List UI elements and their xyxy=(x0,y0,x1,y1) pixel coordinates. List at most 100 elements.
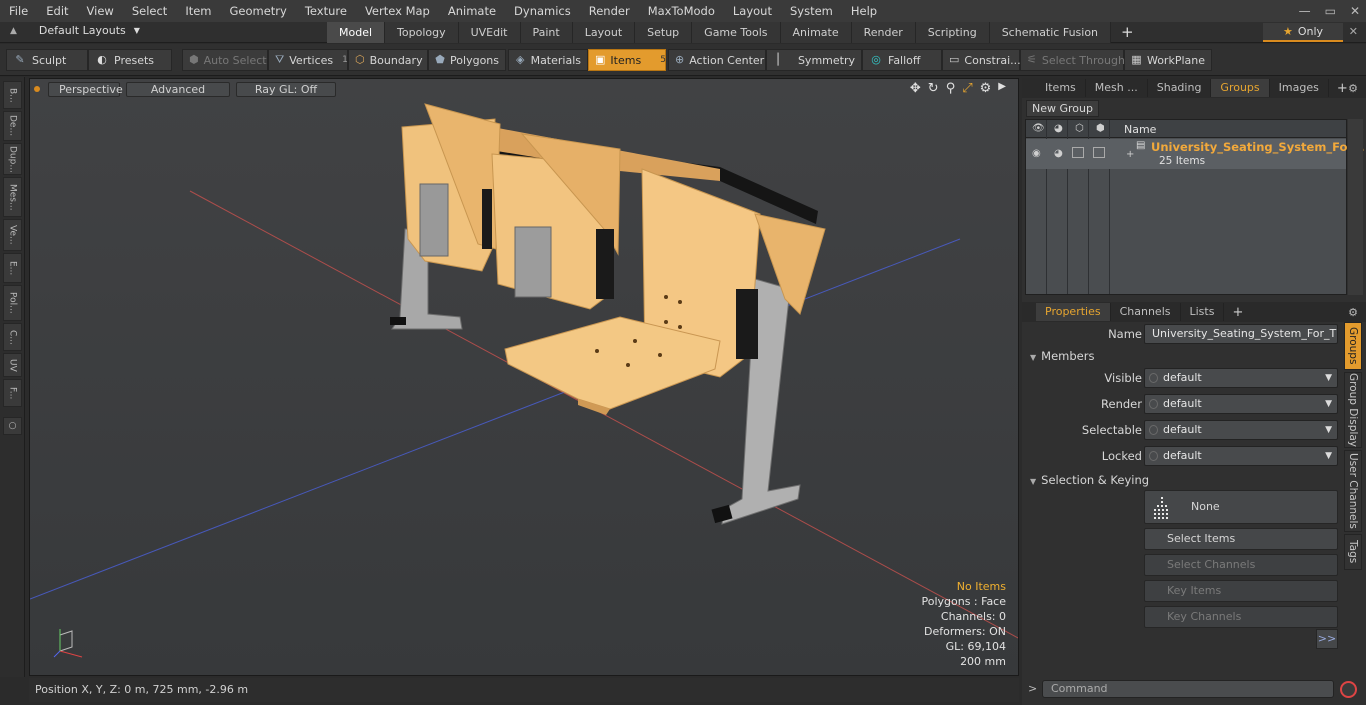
key-channels-button[interactable]: Key Channels xyxy=(1144,606,1338,628)
viewport-more-icon[interactable]: ▶ xyxy=(998,81,1006,96)
expand-icon[interactable]: + xyxy=(1126,149,1134,160)
select-header-icon[interactable]: ⬢ xyxy=(1096,123,1105,134)
visible-select[interactable]: default ▼ xyxy=(1144,368,1338,388)
rotate-icon[interactable]: ↻ xyxy=(928,81,939,96)
constraints-button[interactable]: ▭ Constrai... xyxy=(942,49,1021,71)
menu-layout[interactable]: Layout xyxy=(724,0,781,22)
tab-render[interactable]: Render xyxy=(851,22,916,43)
members-section[interactable]: ▼ Members xyxy=(1030,349,1094,363)
items-button[interactable]: ▣ Items 5 xyxy=(588,49,666,71)
tab-mesh[interactable]: Mesh ... xyxy=(1086,79,1148,97)
side-tab-user-channels[interactable]: User Channels xyxy=(1344,450,1362,532)
render-select[interactable]: default ▼ xyxy=(1144,394,1338,414)
tab-model[interactable]: Model xyxy=(327,22,386,43)
selection-keying-section[interactable]: ▼ Selection & Keying xyxy=(1030,473,1149,487)
properties-gear-icon[interactable]: ⚙ xyxy=(1348,306,1358,319)
menu-item[interactable]: Item xyxy=(176,0,220,22)
strip-tab-edge[interactable]: E... xyxy=(3,253,22,283)
table-row[interactable]: ◉ ◕ + ▤ University_Seating_System_For...… xyxy=(1026,139,1365,169)
symmetry-button[interactable]: ⎮ Symmetry xyxy=(766,49,862,71)
menu-view[interactable]: View xyxy=(78,0,123,22)
tab-setup[interactable]: Setup xyxy=(635,22,693,43)
menu-dynamics[interactable]: Dynamics xyxy=(505,0,580,22)
tab-items[interactable]: Items xyxy=(1036,79,1086,97)
strip-tab-mesh[interactable]: Mes... xyxy=(3,177,22,217)
render-icon[interactable]: ◕ xyxy=(1054,123,1063,134)
viewport-gear-icon[interactable]: ⚙ xyxy=(980,81,992,96)
row-render-icon[interactable]: ◕ xyxy=(1054,148,1063,159)
layout-close-icon[interactable]: ✕ xyxy=(1349,25,1358,38)
tab-uvedit[interactable]: UVEdit xyxy=(458,22,521,43)
view-mode-button[interactable]: Perspective xyxy=(48,81,123,97)
add-properties-tab-icon[interactable]: + xyxy=(1224,305,1251,320)
shading-mode-button[interactable]: Advanced xyxy=(126,81,230,97)
menu-select[interactable]: Select xyxy=(123,0,176,22)
menu-animate[interactable]: Animate xyxy=(439,0,505,22)
workplane-button[interactable]: ▦ WorkPlane xyxy=(1124,49,1212,71)
menu-texture[interactable]: Texture xyxy=(296,0,356,22)
command-input[interactable]: Command xyxy=(1042,680,1334,698)
minimize-icon[interactable]: — xyxy=(1299,4,1311,18)
tab-animate[interactable]: Animate xyxy=(780,22,852,43)
menu-help[interactable]: Help xyxy=(842,0,886,22)
maximize-icon[interactable]: ▭ xyxy=(1325,4,1336,18)
row-visible-icon[interactable]: ◉ xyxy=(1032,148,1041,159)
materials-button[interactable]: ◈ Materials xyxy=(508,49,588,71)
strip-tab-fusion[interactable]: F... xyxy=(3,379,22,407)
row-lock-icon[interactable] xyxy=(1072,147,1084,158)
menu-system[interactable]: System xyxy=(781,0,842,22)
add-tab-icon[interactable]: + xyxy=(1111,22,1144,43)
zoom-icon[interactable]: ⚲ xyxy=(946,81,956,96)
strip-tab-uv[interactable]: UV xyxy=(3,353,22,377)
tab-groups[interactable]: Groups xyxy=(1211,79,1270,97)
strip-tab-duplicate[interactable]: Dup... xyxy=(3,143,22,175)
strip-tab-basic[interactable]: B... xyxy=(3,81,22,109)
sculpt-button[interactable]: ✎ Sculpt xyxy=(6,49,88,71)
tab-topology[interactable]: Topology xyxy=(385,22,459,43)
selectable-select[interactable]: default ▼ xyxy=(1144,420,1338,440)
side-tab-tags[interactable]: Tags xyxy=(1344,534,1362,570)
row-select-icon[interactable] xyxy=(1093,147,1105,158)
pan-icon[interactable]: ✥ xyxy=(910,81,921,96)
tab-properties[interactable]: Properties xyxy=(1036,303,1111,321)
3d-viewport[interactable]: Perspective Advanced Ray GL: Off ✥ ↻ ⚲ ⤢… xyxy=(29,78,1019,676)
boundary-button[interactable]: ⬡ Boundary xyxy=(348,49,428,71)
presets-button[interactable]: ◐ Presets xyxy=(88,49,172,71)
strip-tab-curve[interactable]: C... xyxy=(3,323,22,351)
strip-tab-polygon[interactable]: Pol... xyxy=(3,285,22,321)
select-items-button[interactable]: Select Items xyxy=(1144,528,1338,550)
tab-lists[interactable]: Lists xyxy=(1181,303,1225,321)
close-icon[interactable]: ✕ xyxy=(1350,4,1360,18)
menu-maxtomodo[interactable]: MaxToModo xyxy=(639,0,724,22)
new-group-button[interactable]: New Group xyxy=(1026,100,1099,117)
tab-game-tools[interactable]: Game Tools xyxy=(692,22,781,43)
side-tab-group-display[interactable]: Group Display xyxy=(1344,372,1362,448)
tab-scripting[interactable]: Scripting xyxy=(915,22,990,43)
panel-gear-icon[interactable]: ⚙ xyxy=(1348,82,1358,95)
falloff-button[interactable]: ◎ Falloff xyxy=(862,49,942,71)
layout-selector[interactable]: ▲ Default Layouts ▼ xyxy=(10,24,140,37)
tab-schematic-fusion[interactable]: Schematic Fusion xyxy=(989,22,1112,43)
vertices-button[interactable]: ⛛ Vertices 1 xyxy=(268,49,348,71)
tab-layout[interactable]: Layout xyxy=(572,22,636,43)
key-items-button[interactable]: Key Items xyxy=(1144,580,1338,602)
menu-file[interactable]: File xyxy=(0,0,37,22)
select-through-button[interactable]: ⚟ Select Through xyxy=(1020,49,1125,71)
raygl-button[interactable]: Ray GL: Off xyxy=(236,81,336,97)
viewport-menu-dot[interactable] xyxy=(34,86,40,92)
menu-vertex-map[interactable]: Vertex Map xyxy=(356,0,439,22)
groups-scrollbar[interactable] xyxy=(1348,119,1363,295)
only-button[interactable]: ★ Only xyxy=(1263,23,1343,42)
select-channels-button[interactable]: Select Channels xyxy=(1144,554,1338,576)
fit-icon[interactable]: ⤢ xyxy=(962,81,972,96)
auto-select-button[interactable]: ⬢ Auto Select xyxy=(182,49,268,71)
more-button[interactable]: >> xyxy=(1316,629,1338,649)
polygons-button[interactable]: ⬟ Polygons xyxy=(428,49,506,71)
menu-render[interactable]: Render xyxy=(580,0,639,22)
tab-images[interactable]: Images xyxy=(1270,79,1329,97)
tab-channels[interactable]: Channels xyxy=(1111,303,1181,321)
side-tab-groups[interactable]: Groups xyxy=(1344,322,1362,370)
none-button[interactable]: None xyxy=(1144,490,1338,524)
tab-paint[interactable]: Paint xyxy=(520,22,573,43)
lock-header-icon[interactable]: ⬡ xyxy=(1075,123,1084,134)
